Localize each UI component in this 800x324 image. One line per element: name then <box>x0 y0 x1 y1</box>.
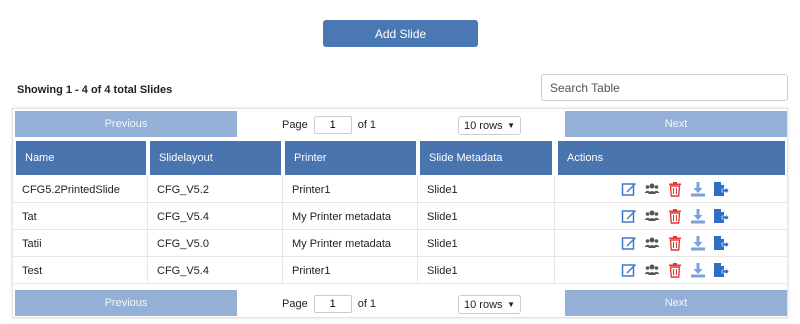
search-input[interactable] <box>541 74 788 101</box>
cell-printer: Printer1 <box>283 257 418 284</box>
download-icon[interactable] <box>690 262 706 278</box>
cell-name: Tat <box>13 203 148 230</box>
chevron-down-icon: ▼ <box>507 121 515 130</box>
trash-icon[interactable] <box>667 262 683 278</box>
table-row: Test CFG_V5.4 Printer1 Slide1 <box>13 257 787 284</box>
rows-per-page-value: 10 rows <box>464 119 503 132</box>
export-icon[interactable] <box>713 235 729 251</box>
users-icon[interactable] <box>644 262 660 278</box>
page-label: Page <box>282 119 308 131</box>
edit-icon[interactable] <box>621 262 637 278</box>
cell-slidelayout: CFG_V5.0 <box>148 230 283 257</box>
cell-slide-metadata: Slide1 <box>418 203 555 230</box>
edit-icon[interactable] <box>621 181 637 197</box>
table-header: Name Slidelayout Printer Slide Metadata … <box>13 141 787 175</box>
page-number-input[interactable] <box>313 116 352 134</box>
pagination-bottom: Previous Page of 1 10 rows ▼ Next <box>13 289 787 317</box>
table-row: Tat CFG_V5.4 My Printer metadata Slide1 <box>13 203 787 230</box>
cell-name: Tatii <box>13 230 148 257</box>
column-header-name[interactable]: Name <box>16 141 146 175</box>
users-icon[interactable] <box>644 235 660 251</box>
cell-name: Test <box>13 257 148 284</box>
next-button[interactable]: Next <box>565 290 787 316</box>
previous-button[interactable]: Previous <box>15 290 237 316</box>
column-header-printer[interactable]: Printer <box>285 141 416 175</box>
next-button[interactable]: Next <box>565 111 787 137</box>
cell-printer: My Printer metadata <box>283 230 418 257</box>
table-row: CFG5.2PrintedSlide CFG_V5.2 Printer1 Sli… <box>13 176 787 203</box>
row-actions <box>621 262 729 278</box>
page-total: of 1 <box>357 119 377 131</box>
chevron-down-icon: ▼ <box>507 300 515 309</box>
cell-slidelayout: CFG_V5.2 <box>148 176 283 203</box>
rows-per-page-select[interactable]: 10 rows ▼ <box>458 295 521 314</box>
pagination-top: Previous Page of 1 10 rows ▼ Next <box>13 110 787 138</box>
add-slide-button[interactable]: Add Slide <box>323 20 478 47</box>
row-actions <box>621 235 729 251</box>
trash-icon[interactable] <box>667 181 683 197</box>
export-icon[interactable] <box>713 262 729 278</box>
cell-printer: My Printer metadata <box>283 203 418 230</box>
export-icon[interactable] <box>713 181 729 197</box>
cell-slide-metadata: Slide1 <box>418 176 555 203</box>
rows-per-page-select[interactable]: 10 rows ▼ <box>458 116 521 135</box>
page-total: of 1 <box>357 298 377 310</box>
edit-icon[interactable] <box>621 208 637 224</box>
page-number-input[interactable] <box>313 295 352 313</box>
column-header-actions: Actions <box>558 141 785 175</box>
page-info: Page of 1 <box>282 295 376 313</box>
trash-icon[interactable] <box>667 235 683 251</box>
cell-slidelayout: CFG_V5.4 <box>148 203 283 230</box>
cell-slide-metadata: Slide1 <box>418 230 555 257</box>
results-summary: Showing 1 - 4 of 4 total Slides <box>17 84 173 96</box>
slides-table: Previous Page of 1 10 rows ▼ Next Name S… <box>12 108 788 318</box>
rows-per-page-value: 10 rows <box>464 298 503 311</box>
cell-slide-metadata: Slide1 <box>418 257 555 284</box>
column-header-slidelayout[interactable]: Slidelayout <box>150 141 281 175</box>
cell-slidelayout: CFG_V5.4 <box>148 257 283 284</box>
previous-button[interactable]: Previous <box>15 111 237 137</box>
cell-printer: Printer1 <box>283 176 418 203</box>
column-header-slide-metadata[interactable]: Slide Metadata <box>420 141 552 175</box>
download-icon[interactable] <box>690 181 706 197</box>
users-icon[interactable] <box>644 208 660 224</box>
download-icon[interactable] <box>690 208 706 224</box>
row-actions <box>621 181 729 197</box>
download-icon[interactable] <box>690 235 706 251</box>
page-label: Page <box>282 298 308 310</box>
table-row: Tatii CFG_V5.0 My Printer metadata Slide… <box>13 230 787 257</box>
edit-icon[interactable] <box>621 235 637 251</box>
trash-icon[interactable] <box>667 208 683 224</box>
export-icon[interactable] <box>713 208 729 224</box>
cell-name: CFG5.2PrintedSlide <box>13 176 148 203</box>
page-info: Page of 1 <box>282 116 376 134</box>
users-icon[interactable] <box>644 181 660 197</box>
row-actions <box>621 208 729 224</box>
